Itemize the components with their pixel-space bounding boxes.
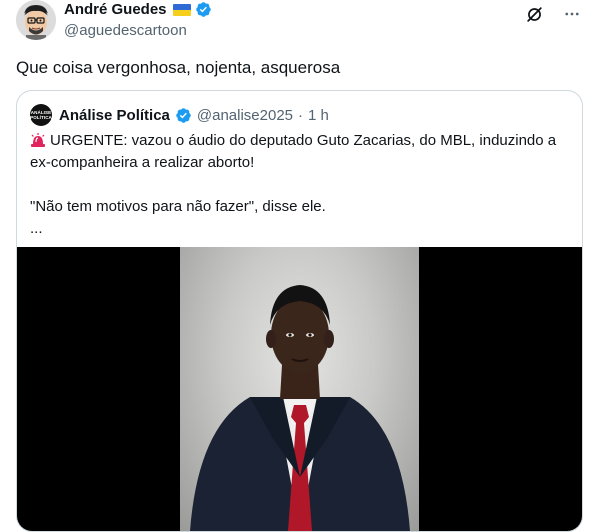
quoted-author-handle[interactable]: @analise2025 [197, 107, 293, 124]
quoted-body-line2: "Não tem motivos para não fazer", disse … [30, 198, 326, 215]
author-name[interactable]: André Guedes [64, 1, 167, 18]
quoted-tweet-header: ANÁLISE POLÍTICA Análise Política @anali… [30, 104, 329, 126]
author-name-row[interactable]: André Guedes [64, 1, 212, 18]
quoted-tweet[interactable]: ANÁLISE POLÍTICA Análise Política @anali… [16, 90, 583, 532]
author-handle[interactable]: @aguedescartoon [64, 22, 187, 39]
grok-icon[interactable] [524, 4, 544, 24]
quoted-body-line1: URGENTE: vazou o áudio do deputado Guto … [30, 132, 557, 171]
portrait-image [190, 285, 410, 531]
verified-badge-icon [176, 107, 191, 123]
verified-badge-icon [195, 2, 211, 17]
quoted-author-name[interactable]: Análise Política [59, 107, 170, 124]
quoted-tweet-body: URGENTE: vazou o áudio do deputado Guto … [30, 130, 570, 240]
author-avatar[interactable] [16, 0, 56, 40]
quoted-body-paragraph-1: URGENTE: vazou o áudio do deputado Guto … [30, 130, 570, 174]
top-actions [524, 4, 582, 24]
quoted-author-avatar[interactable]: ANÁLISE POLÍTICA [30, 104, 52, 126]
more-icon[interactable] [562, 4, 582, 24]
ukraine-flag-icon [172, 3, 191, 16]
tweet-text: Que coisa vergonhosa, nojenta, asquerosa [16, 58, 341, 77]
separator-dot: · [298, 106, 304, 124]
quoted-timestamp[interactable]: 1 h [308, 107, 329, 124]
rotating-light-icon [30, 132, 46, 147]
quoted-body-line3: ... [30, 220, 43, 237]
quoted-avatar-text-line2: POLÍTICA [30, 115, 52, 120]
quoted-tweet-photo[interactable] [17, 247, 582, 531]
photo-backdrop [180, 247, 419, 531]
tweet: André Guedes @aguedescartoon Que coisa v… [0, 0, 602, 532]
